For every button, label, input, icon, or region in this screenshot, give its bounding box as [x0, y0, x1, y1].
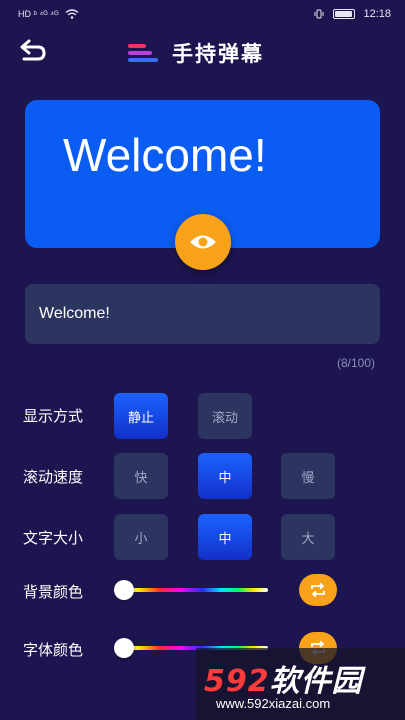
watermark-brand: 软件园: [269, 664, 363, 699]
scroll-speed-label: 滚动速度: [23, 468, 84, 486]
back-button[interactable]: [16, 36, 50, 66]
font-color-thumb[interactable]: [114, 638, 134, 658]
font-color-label: 字体颜色: [23, 641, 84, 659]
status-time: 12:18: [363, 8, 391, 20]
page-title: 手持弹幕: [172, 42, 264, 66]
header: 手持弹幕: [0, 30, 405, 76]
watermark-url: www.592xiazai.com: [216, 696, 331, 711]
text-size-label: 文字大小: [23, 529, 84, 547]
wifi-icon: [65, 9, 79, 19]
speed-slow-button[interactable]: 慢: [281, 453, 335, 499]
back-arrow-icon: [20, 39, 46, 61]
title-wrap: 手持弹幕: [128, 38, 264, 68]
preview-text: Welcome!: [63, 129, 267, 181]
display-mode-label: 显示方式: [23, 407, 84, 425]
watermark: 592软件园 www.592xiazai.com: [196, 648, 405, 720]
eye-icon: [190, 235, 216, 249]
app-logo-icon: [128, 42, 158, 64]
fullscreen-preview-button[interactable]: [175, 214, 231, 270]
char-count: (8/100): [336, 356, 375, 370]
background-color-thumb[interactable]: [114, 580, 134, 600]
size-small-button[interactable]: 小: [114, 514, 168, 560]
status-left: HD ᵇ ⁴ᴳ ⁴ᴳ: [18, 9, 79, 19]
network-indicators: HD ᵇ ⁴ᴳ ⁴ᴳ: [18, 9, 59, 19]
size-large-button[interactable]: 大: [281, 514, 335, 560]
display-mode-static-button[interactable]: 静止: [114, 393, 168, 439]
speed-medium-button[interactable]: 中: [198, 453, 252, 499]
repeat-icon: [311, 582, 325, 598]
display-mode-scroll-button[interactable]: 滚动: [198, 393, 252, 439]
speed-fast-button[interactable]: 快: [114, 453, 168, 499]
status-right: 12:18: [313, 8, 391, 20]
battery-icon: [333, 9, 356, 19]
danmaku-text-input[interactable]: [25, 284, 380, 344]
background-color-slider[interactable]: [122, 588, 268, 592]
background-color-cycle-button[interactable]: [299, 574, 337, 606]
vibrate-icon: [314, 9, 324, 19]
status-bar: HD ᵇ ⁴ᴳ ⁴ᴳ 12:18: [0, 0, 405, 28]
background-color-label: 背景颜色: [23, 583, 84, 601]
watermark-logo: 592软件园: [204, 656, 363, 700]
size-medium-button[interactable]: 中: [198, 514, 252, 560]
watermark-number: 592: [204, 664, 270, 699]
